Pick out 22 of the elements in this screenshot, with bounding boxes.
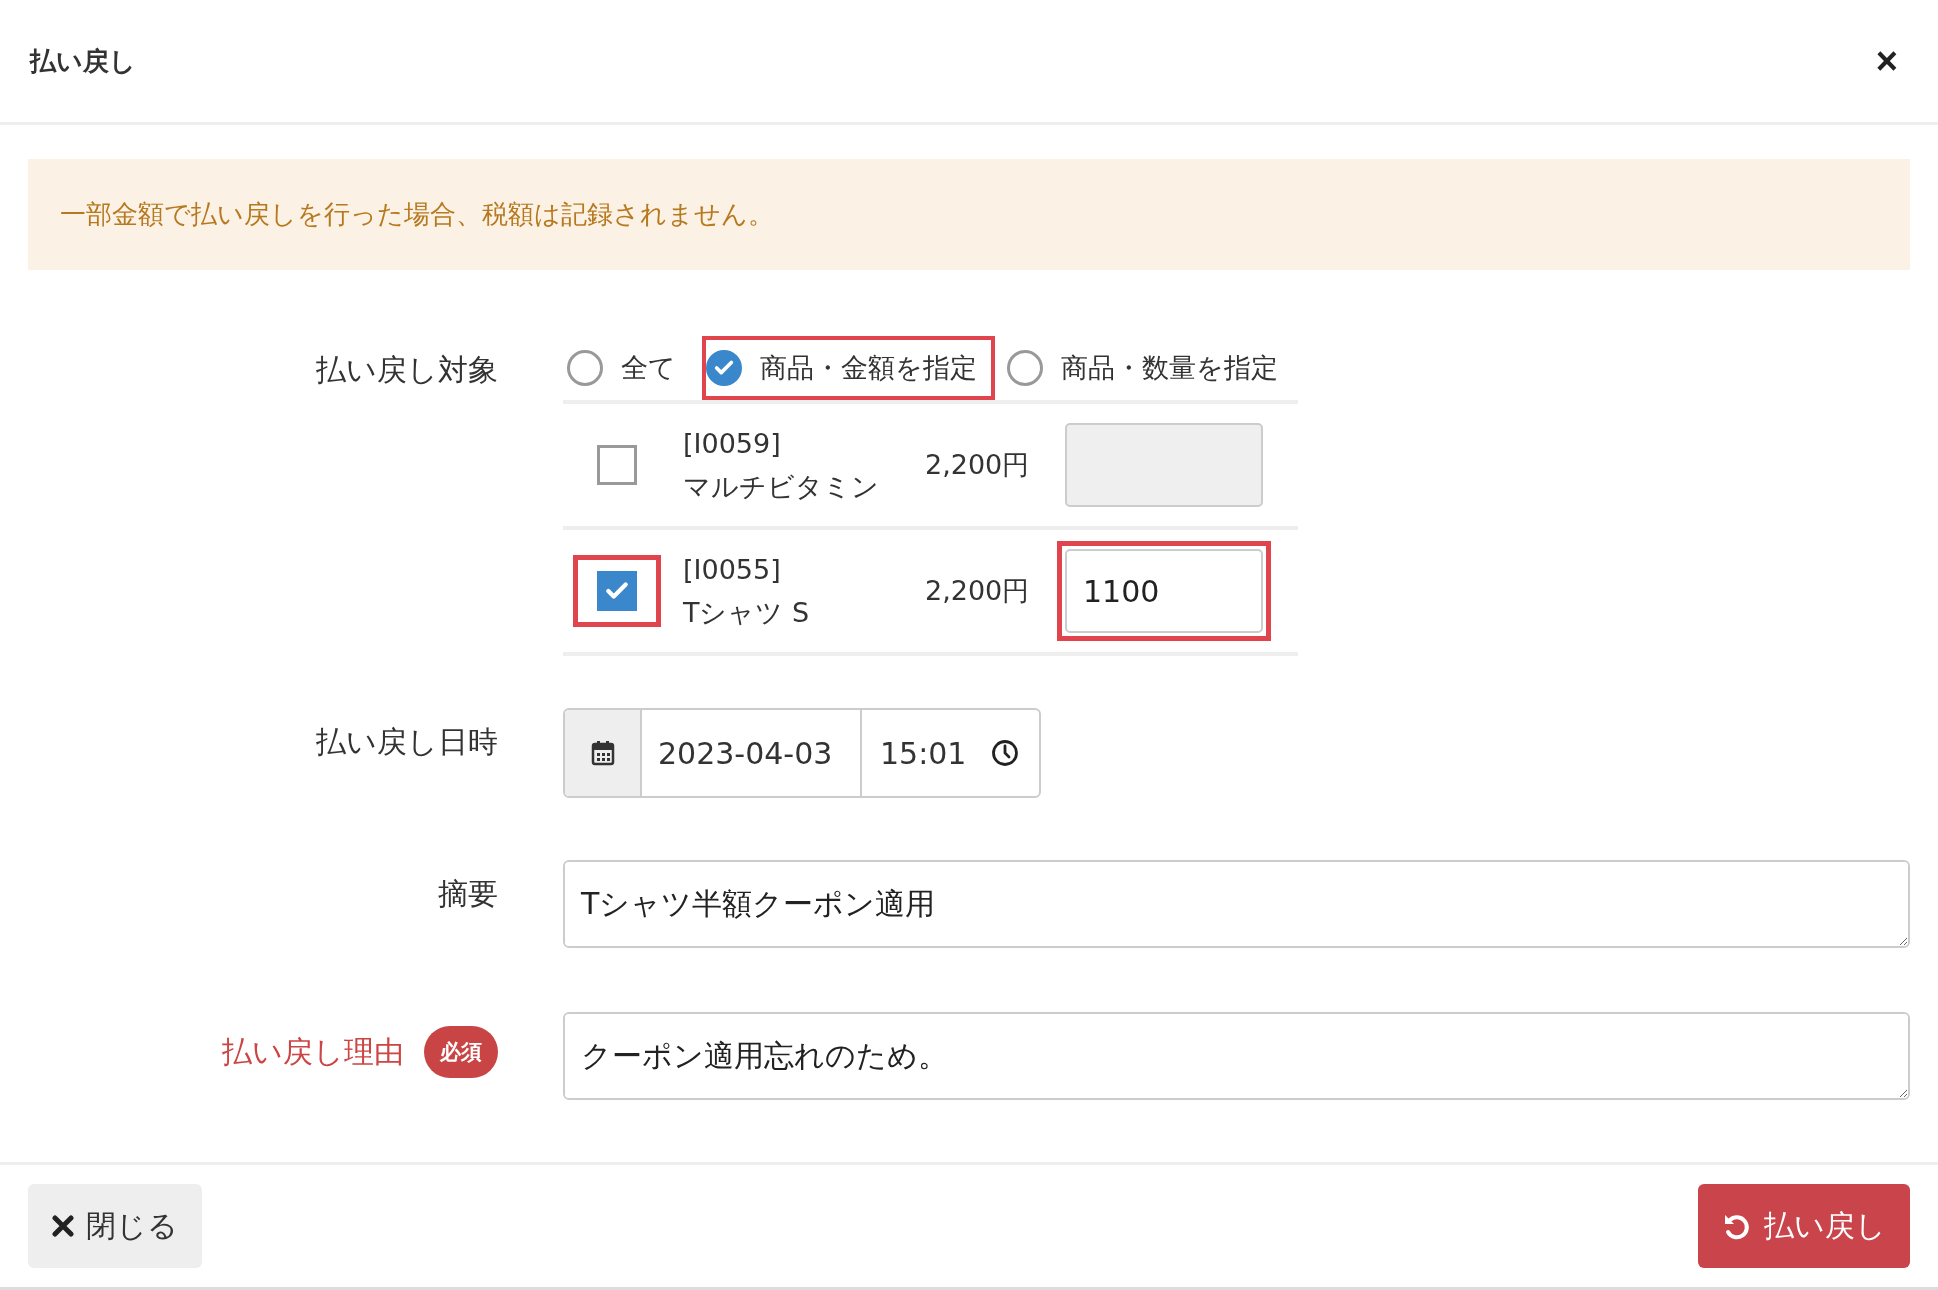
radio-option[interactable]: 全て [563,336,694,400]
dialog-title: 払い戻し [30,44,136,78]
item-price: 2,200円 [925,448,1031,482]
radio-option[interactable]: 商品・数量を指定 [1003,336,1296,400]
warning-alert: 一部金額で払い戻しを行った場合、税額は記録されません。 [28,159,1910,270]
amount-field[interactable]: 1100 [1065,549,1263,633]
close-button[interactable]: × [1871,42,1902,80]
item-name: [I0059] マルチビタミン [683,427,880,504]
close-icon [52,1215,74,1237]
item-name: [I0055] Tシャツ S [683,553,811,630]
field-label: 払い戻し理由 [222,1032,404,1071]
field-label: 摘要 [438,875,498,913]
summary-field[interactable]: Tシャツ半額クーポン適用 [563,860,1910,948]
field-label: 払い戻し日時 [316,723,498,761]
close-button[interactable]: 閉じる [28,1184,202,1268]
field-label: 払い戻し対象 [316,351,498,389]
reason-field[interactable]: クーポン適用忘れのため。 [563,1012,1910,1100]
radio-option[interactable]: 商品・金額を指定 [702,336,995,400]
required-badge: 必須 [424,1026,498,1078]
refund-button[interactable]: 払い戻し [1698,1184,1910,1268]
checkbox[interactable] [573,555,661,627]
item-price: 2,200円 [925,574,1031,608]
